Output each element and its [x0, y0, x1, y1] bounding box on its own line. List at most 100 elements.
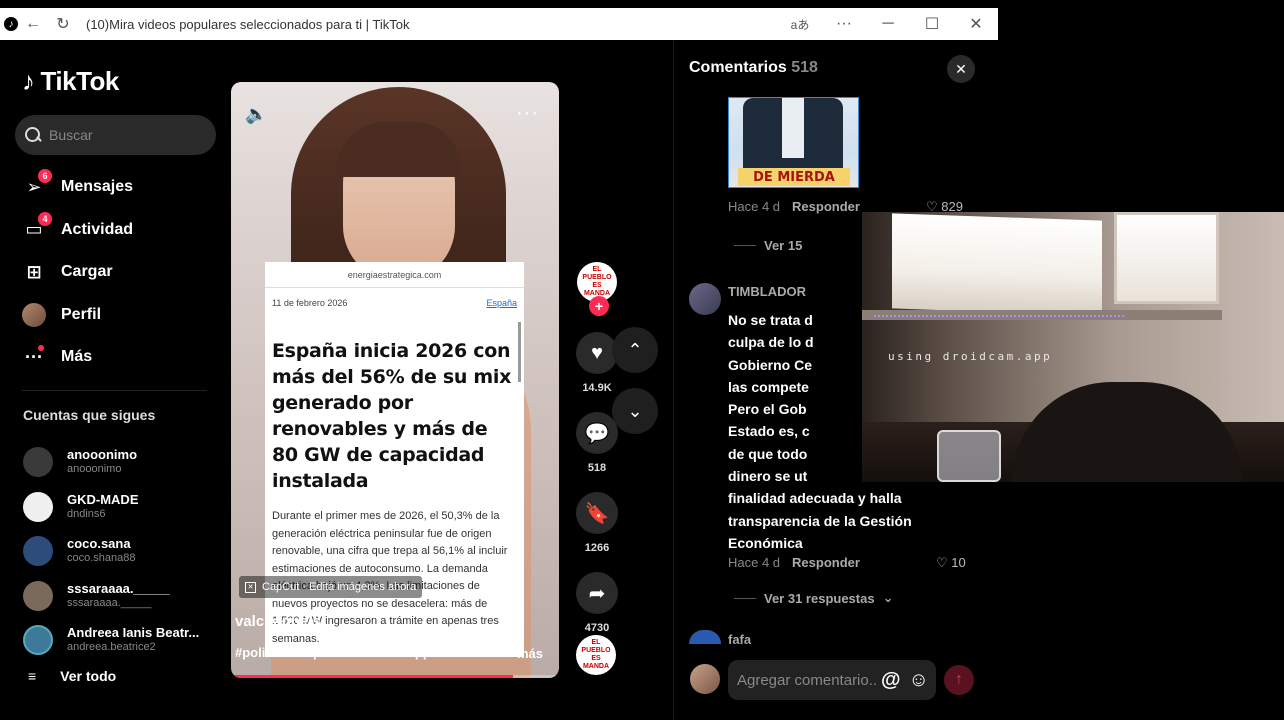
sidebar-item-cargar[interactable]: ⊞ Cargar [22, 251, 133, 294]
comment-time: Hace 4 d [728, 199, 781, 214]
chevron-down-icon: ⌄ [627, 400, 643, 421]
article-scrollbar [518, 322, 521, 382]
volume-icon[interactable]: 🔈 [245, 104, 267, 125]
following-account[interactable]: sssaraaaa._____ sssaraaaa._____ [23, 574, 199, 619]
search-input[interactable] [49, 127, 209, 143]
minimize-icon[interactable]: ─ [866, 8, 910, 40]
save-count: 1266 [584, 542, 610, 554]
comment-input-box[interactable]: @ ☺ [728, 660, 936, 700]
chevron-down-icon: ⌄ [882, 590, 894, 605]
send-button[interactable]: ↑ [944, 665, 974, 695]
next-video-button[interactable]: ⌄ [612, 388, 658, 434]
video-progress-bar[interactable] [231, 675, 559, 678]
avatar[interactable] [689, 283, 721, 315]
following-account[interactable]: GKD-MADE dndins6 [23, 485, 199, 530]
list-icon: ≡ [28, 668, 37, 684]
bookmark-icon[interactable]: 🔖 [576, 492, 618, 534]
comment-line: transparencia de la Gestión [728, 512, 912, 529]
view-replies-label: Ver 31 respuestas [764, 590, 875, 606]
sidebar-item-mas[interactable]: ··· Más [22, 336, 133, 379]
view-replies-button[interactable]: Ver 15 [734, 238, 802, 253]
see-all-button[interactable]: ≡ Ver todo [28, 668, 116, 684]
reply-button[interactable]: Responder [792, 199, 860, 214]
account-name: anooonimo [67, 447, 138, 463]
search-bar[interactable] [15, 115, 216, 155]
more-link[interactable]: más [517, 646, 543, 661]
follow-plus-icon[interactable]: + [589, 296, 609, 316]
creator-avatar[interactable]: EL PUEBLO ES MANDA + [577, 262, 617, 316]
comment-like[interactable]: ♡ 10 [936, 555, 966, 571]
comment-line: finalidad adecuada y halla [728, 490, 902, 507]
avatar [22, 302, 46, 327]
image-caption: DE MIERDA [738, 168, 850, 186]
back-icon[interactable]: ← [18, 8, 48, 40]
comment-action[interactable]: 💬 518 [574, 412, 620, 474]
following-account[interactable]: Andreea Ianis Beatr... andreea.beatrice2 [23, 618, 199, 663]
close-icon[interactable]: ✕ [954, 8, 998, 40]
sidebar-item-label: Más [61, 348, 93, 366]
article-headline: España inicia 2026 con más del 56% de su… [272, 340, 512, 492]
following-list: anooonimo anooonimo GKD-MADE dndins6 coco.… [23, 440, 199, 663]
avatar [23, 580, 53, 611]
translate-icon[interactable]: aあ [778, 8, 822, 40]
mention-icon[interactable]: @ [881, 669, 901, 692]
reload-icon[interactable]: ↻ [48, 8, 78, 40]
more-options-icon[interactable]: ··· [516, 102, 539, 125]
reply-line [734, 245, 756, 246]
tiktok-favicon-icon: ♪ [4, 17, 18, 31]
share-icon[interactable]: ➦ [576, 572, 618, 614]
search-icon[interactable] [23, 125, 43, 145]
upload-icon: ⊞ [26, 261, 42, 282]
webcam-lights [874, 315, 1124, 317]
comment-line: Económica [728, 534, 803, 551]
browser-titlebar: ♪ ← ↻ (10)Mira videos populares seleccio… [0, 8, 998, 40]
activity-icon: ▭ 4 [22, 211, 52, 242]
comment-username[interactable]: fafa [728, 632, 751, 647]
view-replies-button[interactable]: Ver 31 respuestas ⌄ [734, 590, 893, 606]
emoji-icon[interactable]: ☺ [909, 669, 929, 692]
progress-fill [231, 675, 514, 678]
inbox-icon: ➢ 6 [22, 169, 52, 199]
capcut-label: CapCut · Edita imágenes ahora [262, 581, 417, 593]
profile-avatar-icon [22, 302, 46, 327]
comment-input[interactable] [737, 671, 877, 689]
previous-video-button[interactable]: ⌃ [612, 327, 658, 373]
capcut-banner[interactable]: ✕ CapCut · Edita imágenes ahora [239, 576, 423, 598]
comment-icon[interactable]: 💬 [576, 412, 618, 454]
comment-meta: Hace 4 d Responder [728, 555, 860, 570]
image-shirt [782, 98, 804, 158]
video-actions: EL PUEBLO ES MANDA + ♥ 14.9K 💬 518 🔖 126… [574, 262, 620, 634]
avatar[interactable] [689, 630, 721, 644]
view-replies-label: Ver 15 [764, 238, 803, 253]
comment-like-count: 10 [951, 555, 966, 570]
sidebar-item-label: Mensajes [61, 178, 134, 196]
save-action[interactable]: 🔖 1266 [574, 492, 620, 554]
sidebar-item-mensajes[interactable]: ➢ 6 Mensajes [22, 166, 133, 209]
tab-title: (10)Mira videos populares seleccionados … [86, 16, 410, 32]
account-name: sssaraaaa._____ [67, 580, 170, 596]
tiktok-logo[interactable]: ♪ TikTok [22, 66, 119, 97]
share-action[interactable]: ➦ 4730 [574, 572, 620, 634]
video-player[interactable]: 🔈 ··· energiaestrategica.com 11 de febre… [231, 82, 559, 678]
close-comments-button[interactable]: ✕ [947, 55, 975, 83]
tiktok-note-icon: ♪ [22, 66, 35, 96]
sidebar-item-perfil[interactable]: Perfil [22, 294, 133, 337]
avatar [23, 536, 53, 567]
video-author[interactable]: valchannels [235, 613, 321, 630]
sidebar-divider [22, 390, 207, 391]
video-hashtags[interactable]: #politica #españa #derecha #pp ... [235, 645, 445, 660]
send-arrow-icon: ↑ [955, 671, 963, 688]
following-account[interactable]: anooonimo anooonimo [23, 440, 199, 485]
comment-username[interactable]: TIMBLADOR [728, 284, 806, 299]
comment-image[interactable]: DE MIERDA [728, 97, 859, 188]
share-count: 4730 [584, 622, 610, 634]
music-disc-avatar[interactable]: EL PUEBLO ES MANDA [576, 635, 616, 675]
reply-button[interactable]: Responder [792, 555, 860, 570]
sidebar-item-actividad[interactable]: ▭ 4 Actividad [22, 209, 133, 252]
following-title: Cuentas que sigues [23, 407, 156, 423]
account-handle: anooonimo [67, 463, 122, 476]
comments-count: 518 [791, 59, 818, 76]
following-account[interactable]: coco.sana coco.shana88 [23, 529, 199, 574]
maximize-icon[interactable]: ☐ [910, 8, 954, 40]
menu-icon[interactable]: ··· [822, 8, 866, 40]
